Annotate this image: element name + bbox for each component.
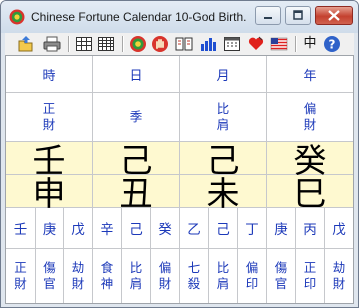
pillar-header-day: 日 bbox=[129, 68, 143, 84]
toolbar-separator bbox=[122, 36, 124, 52]
stem-god-text: 比肩 bbox=[216, 101, 230, 132]
book-icon[interactable] bbox=[175, 35, 193, 53]
hidden-god: 比肩 bbox=[216, 260, 230, 291]
hidden-god-cell: 劫財 bbox=[64, 249, 92, 303]
bar-chart-icon[interactable] bbox=[199, 35, 217, 53]
help-icon[interactable]: ? bbox=[323, 35, 341, 53]
heart-icon[interactable] bbox=[247, 35, 265, 53]
hidden-god-cell: 偏財 bbox=[151, 249, 179, 303]
maximize-icon bbox=[293, 10, 303, 20]
hidden-god: 傷官 bbox=[43, 260, 56, 291]
hidden-god: 劫財 bbox=[71, 260, 85, 291]
hidden-god: 正印 bbox=[303, 260, 317, 291]
hidden-god: 七殺 bbox=[187, 260, 201, 291]
grid-large-icon[interactable] bbox=[97, 35, 115, 53]
title-bar[interactable]: Chinese Fortune Calendar 10-God Birth... bbox=[1, 1, 358, 33]
minimize-button[interactable] bbox=[255, 6, 281, 25]
svg-text:?: ? bbox=[329, 38, 336, 52]
hidden-stem: 丁 bbox=[245, 222, 259, 238]
hidden-stem: 戊 bbox=[332, 222, 346, 238]
hidden-god: 偏財 bbox=[158, 260, 172, 291]
hidden-stem: 癸 bbox=[158, 222, 172, 238]
window-title: Chinese Fortune Calendar 10-God Birth... bbox=[31, 10, 247, 24]
hidden-god: 比肩 bbox=[129, 260, 143, 291]
print-icon[interactable] bbox=[43, 35, 61, 53]
pillar-header-hour: 時 bbox=[42, 68, 56, 84]
hidden-god: 劫財 bbox=[332, 260, 346, 291]
hidden-god-cell: 正財 bbox=[6, 249, 35, 303]
hidden-stem: 壬 bbox=[13, 222, 28, 238]
earthly-branch-hour: 申 bbox=[32, 174, 66, 213]
hidden-god: 正財 bbox=[14, 260, 27, 291]
hidden-god-cell: 食神 bbox=[93, 249, 121, 303]
hidden-stem: 己 bbox=[129, 222, 143, 238]
maximize-button[interactable] bbox=[285, 6, 311, 25]
hidden-stem: 戊 bbox=[71, 222, 85, 238]
hidden-god-cell: 比肩 bbox=[209, 249, 237, 303]
app-window: Chinese Fortune Calendar 10-God Birth... bbox=[0, 0, 359, 308]
us-flag-icon[interactable] bbox=[270, 35, 288, 53]
hand-icon[interactable] bbox=[151, 35, 169, 53]
hidden-god: 傷官 bbox=[274, 260, 288, 291]
earthly-branch-day: 丑 bbox=[119, 174, 153, 213]
app-icon bbox=[9, 9, 25, 25]
hidden-god-cell: 七殺 bbox=[180, 249, 208, 303]
hidden-god-cell: 傷官 bbox=[36, 249, 63, 303]
hidden-god-cell: 劫財 bbox=[325, 249, 353, 303]
toolbar-separator bbox=[68, 36, 70, 52]
bazi-chart-grid: 時 日 月 年 正財 季 比肩 偏財 壬 己 己 癸 申 丑 未 巳 壬 庚 戊… bbox=[5, 55, 354, 304]
hidden-stem: 丙 bbox=[303, 222, 317, 238]
close-button[interactable] bbox=[315, 6, 353, 25]
hidden-stem: 辛 bbox=[100, 222, 114, 238]
close-icon bbox=[328, 10, 340, 21]
stem-god-text: 正財 bbox=[42, 101, 56, 132]
hidden-god-cell: 傷官 bbox=[267, 249, 295, 303]
hidden-stem: 庚 bbox=[42, 222, 57, 238]
color-wheel-icon[interactable] bbox=[129, 35, 147, 53]
toolbar: 中 ? bbox=[5, 33, 354, 55]
open-folder-icon[interactable] bbox=[17, 35, 35, 53]
minimize-icon bbox=[264, 17, 272, 19]
hidden-god-cell: 比肩 bbox=[122, 249, 150, 303]
earthly-branch-year: 巳 bbox=[293, 174, 327, 213]
hidden-stem: 庚 bbox=[274, 222, 288, 238]
pillar-header-month: 月 bbox=[216, 68, 230, 84]
hidden-god-cell: 正印 bbox=[296, 249, 324, 303]
stem-god-text: 偏財 bbox=[303, 101, 317, 132]
toolbar-separator bbox=[295, 36, 297, 52]
hidden-god-cell: 偏印 bbox=[238, 249, 266, 303]
hidden-god: 偏印 bbox=[245, 260, 259, 291]
pillar-header-year: 年 bbox=[303, 68, 317, 84]
hidden-stem: 乙 bbox=[187, 222, 201, 238]
calendar-icon[interactable] bbox=[223, 35, 241, 53]
hidden-god: 食神 bbox=[100, 260, 114, 291]
grid-small-icon[interactable] bbox=[75, 35, 93, 53]
stem-god-text: 季 bbox=[129, 109, 143, 124]
chinese-char-icon[interactable]: 中 bbox=[301, 35, 319, 53]
hidden-stem: 己 bbox=[216, 222, 230, 238]
earthly-branch-month: 未 bbox=[206, 174, 240, 213]
